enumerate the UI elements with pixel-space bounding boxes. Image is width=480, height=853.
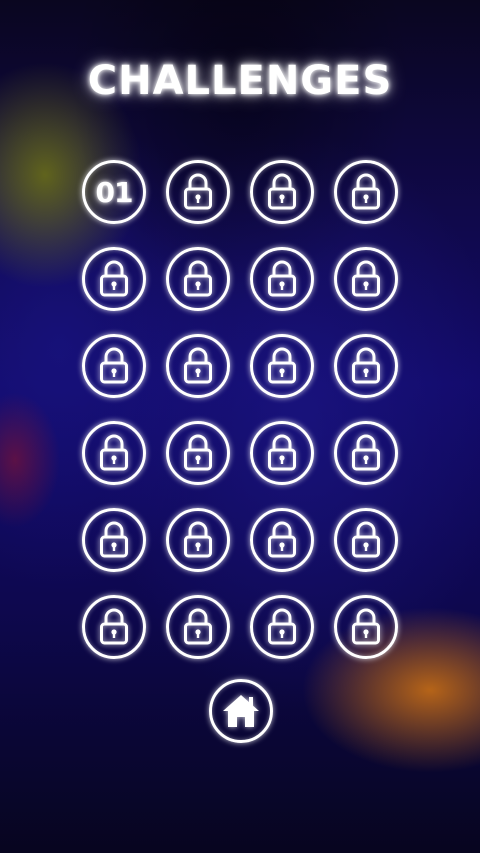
- level-button-5[interactable]: [82, 247, 146, 311]
- level-button-1[interactable]: 01: [82, 160, 146, 224]
- level-button-16[interactable]: [334, 421, 398, 485]
- lock-icon: [268, 173, 296, 210]
- level-number: 01: [95, 175, 134, 209]
- level-button-21[interactable]: [82, 595, 146, 659]
- lock-icon: [100, 521, 128, 558]
- lock-icon: [352, 347, 380, 384]
- home-button[interactable]: [209, 679, 273, 743]
- lock-icon: [352, 260, 380, 297]
- home-icon: [223, 695, 259, 727]
- level-button-18[interactable]: [166, 508, 230, 572]
- lock-icon: [184, 608, 212, 645]
- level-button-19[interactable]: [250, 508, 314, 572]
- lock-icon: [184, 434, 212, 471]
- lock-icon: [100, 260, 128, 297]
- lock-icon: [100, 347, 128, 384]
- page-title: CHALLENGES: [87, 58, 393, 104]
- level-button-6[interactable]: [166, 247, 230, 311]
- level-button-2[interactable]: [166, 160, 230, 224]
- level-button-7[interactable]: [250, 247, 314, 311]
- lock-icon: [100, 434, 128, 471]
- lock-icon: [352, 173, 380, 210]
- lock-icon: [352, 608, 380, 645]
- lock-icon: [184, 347, 212, 384]
- level-button-22[interactable]: [166, 595, 230, 659]
- lock-icon: [100, 608, 128, 645]
- lock-icon: [268, 434, 296, 471]
- lock-icon: [268, 347, 296, 384]
- level-button-23[interactable]: [250, 595, 314, 659]
- level-button-12[interactable]: [334, 334, 398, 398]
- level-button-14[interactable]: [166, 421, 230, 485]
- lock-icon: [268, 608, 296, 645]
- lock-icon: [268, 521, 296, 558]
- level-button-13[interactable]: [82, 421, 146, 485]
- level-button-11[interactable]: [250, 334, 314, 398]
- lock-icon: [352, 521, 380, 558]
- level-button-8[interactable]: [334, 247, 398, 311]
- level-button-4[interactable]: [334, 160, 398, 224]
- lock-icon: [184, 173, 212, 210]
- level-button-17[interactable]: [82, 508, 146, 572]
- level-grid: 01: [82, 160, 398, 659]
- lock-icon: [352, 434, 380, 471]
- level-button-10[interactable]: [166, 334, 230, 398]
- level-button-20[interactable]: [334, 508, 398, 572]
- challenges-screen: CHALLENGES 01: [0, 0, 480, 853]
- level-button-3[interactable]: [250, 160, 314, 224]
- level-button-24[interactable]: [334, 595, 398, 659]
- lock-icon: [268, 260, 296, 297]
- level-button-9[interactable]: [82, 334, 146, 398]
- lock-icon: [184, 260, 212, 297]
- level-button-15[interactable]: [250, 421, 314, 485]
- lock-icon: [184, 521, 212, 558]
